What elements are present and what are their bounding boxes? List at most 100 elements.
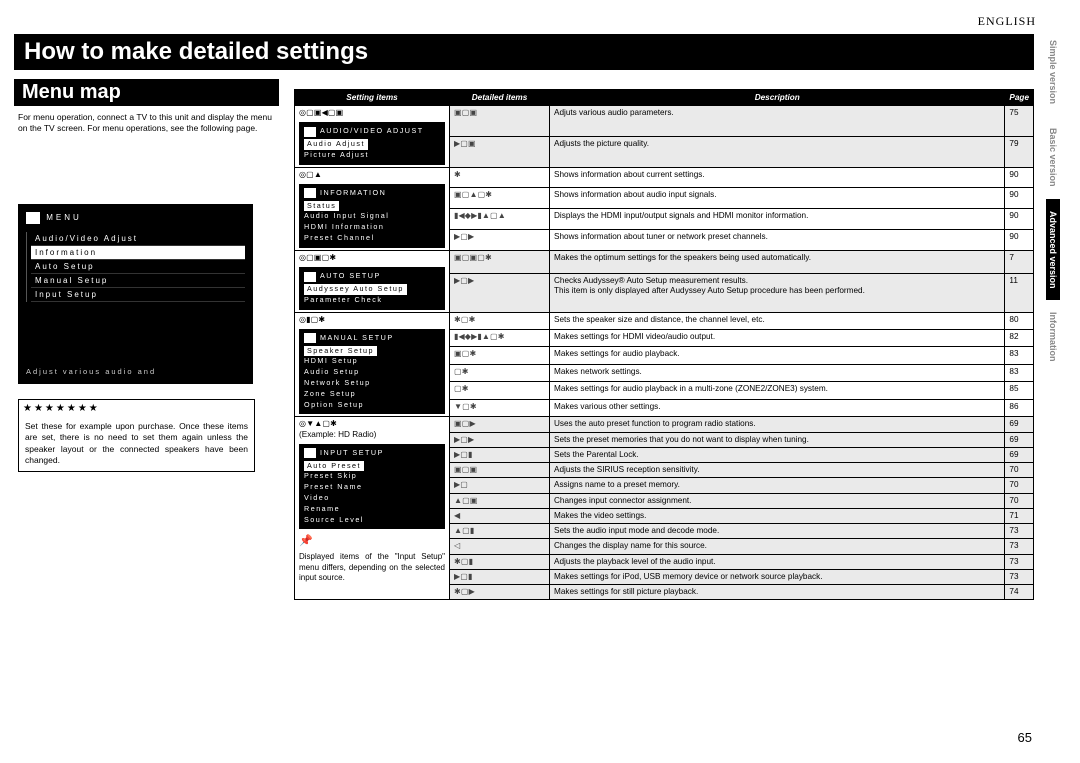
menu-item-selected: Information — [31, 246, 245, 260]
detailed-item: ▶▢▶ — [450, 230, 550, 251]
description: Adjusts the picture quality. — [550, 136, 1005, 167]
group-icon: ◎▮▢✱ — [299, 315, 325, 324]
table-row: ◎▢▣◀▢▣ AUDIO/VIDEO ADJUST Audio Adjust P… — [295, 106, 1034, 137]
th-description: Description — [550, 90, 1005, 106]
menu-header-text: MENU — [46, 213, 82, 222]
menu-icon — [304, 188, 316, 198]
mini-menu-preview: INPUT SETUP Auto Preset Preset Skip Pres… — [299, 444, 445, 530]
description: Uses the auto preset function to program… — [550, 417, 1005, 432]
page-ref: 90 — [1005, 167, 1034, 188]
page-ref: 69 — [1005, 417, 1034, 432]
page-ref: 90 — [1005, 209, 1034, 230]
description: Makes network settings. — [550, 364, 1005, 381]
menu-icon — [304, 333, 316, 343]
description: Shows information about current settings… — [550, 167, 1005, 188]
detailed-item: ✱ — [450, 167, 550, 188]
menu-item: Input Setup — [31, 288, 245, 302]
page-number: 65 — [1018, 730, 1032, 745]
description: Displays the HDMI input/output signals a… — [550, 209, 1005, 230]
detailed-item: ▣▢▶ — [450, 417, 550, 432]
table-row: ◎▼▲▢✱ (Example: HD Radio) INPUT SETUP Au… — [295, 417, 1034, 432]
setting-group-cell: ◎▢▣◀▢▣ AUDIO/VIDEO ADJUST Audio Adjust P… — [295, 106, 450, 168]
tab-information[interactable]: Information — [1046, 300, 1060, 374]
table-header-row: Setting items Detailed items Description… — [295, 90, 1034, 106]
description: Adjuts various audio parameters. — [550, 106, 1005, 137]
tab-simple[interactable]: Simple version — [1046, 28, 1060, 116]
group-icon: ◎▢▣◀▢▣ — [299, 108, 343, 117]
section-header-menu-map: Menu map — [14, 79, 279, 106]
th-page: Page — [1005, 90, 1034, 106]
group-icon: ◎▼▲▢✱ — [299, 419, 337, 428]
page-ref: 82 — [1005, 329, 1034, 346]
detailed-item: ▣▢✱ — [450, 347, 550, 364]
description: Makes various other settings. — [550, 399, 1005, 416]
th-detailed: Detailed items — [450, 90, 550, 106]
setting-group-cell: ◎▢▣▢✱ AUTO SETUP Audyssey Auto Setup Par… — [295, 250, 450, 312]
mini-menu-preview: AUTO SETUP Audyssey Auto Setup Parameter… — [299, 267, 445, 309]
onscreen-menu-preview: MENU Audio/Video Adjust Information Auto… — [18, 204, 253, 384]
menu-item-list: Audio/Video Adjust Information Auto Setu… — [26, 232, 245, 302]
mini-menu-preview: AUDIO/VIDEO ADJUST Audio Adjust Picture … — [299, 122, 445, 164]
manual-page: ENGLISH How to make detailed settings Me… — [14, 14, 1066, 749]
detailed-item: ▢✱ — [450, 364, 550, 381]
menu-icon — [304, 127, 316, 137]
mini-menu-preview: INFORMATION Status Audio Input Signal HD… — [299, 184, 445, 248]
table-row: ◎▮▢✱ MANUAL SETUP Speaker Setup HDMI Set… — [295, 312, 1034, 329]
menu-icon — [26, 212, 40, 224]
group-icon: ◎▢▲ — [299, 170, 322, 179]
table-row: ◎▢▣▢✱ AUTO SETUP Audyssey Auto Setup Par… — [295, 250, 1034, 273]
group-icon: ◎▢▣▢✱ — [299, 253, 336, 262]
description: Checks Audyssey® Auto Setup measurement … — [550, 273, 1005, 312]
description: Makes settings for audio playback. — [550, 347, 1005, 364]
mini-menu-preview: MANUAL SETUP Speaker Setup HDMI Setup Au… — [299, 329, 445, 415]
pushpin-icon: 📌 — [299, 535, 313, 549]
tab-advanced[interactable]: Advanced version — [1046, 199, 1060, 301]
setting-group-cell: ◎▢▲ INFORMATION Status Audio Input Signa… — [295, 167, 450, 250]
page-ref: 83 — [1005, 364, 1034, 381]
page-ref: 75 — [1005, 106, 1034, 137]
detailed-item: ▢✱ — [450, 382, 550, 399]
setting-group-cell: ◎▼▲▢✱ (Example: HD Radio) INPUT SETUP Au… — [295, 417, 450, 600]
description: Shows information about audio input sign… — [550, 188, 1005, 209]
page-ref: 86 — [1005, 399, 1034, 416]
menu-footer-text: Adjust various audio and — [26, 367, 156, 376]
description: Shows information about tuner or network… — [550, 230, 1005, 251]
page-title: How to make detailed settings — [14, 34, 1034, 70]
note-stars: ★★★★★★★ — [19, 400, 254, 417]
detailed-item: ▶▢▶ — [450, 273, 550, 312]
setting-group-cell: ◎▮▢✱ MANUAL SETUP Speaker Setup HDMI Set… — [295, 312, 450, 417]
page-ref: 7 — [1005, 250, 1034, 273]
page-ref: 83 — [1005, 347, 1034, 364]
tab-basic[interactable]: Basic version — [1046, 116, 1060, 199]
table-row: ◎▢▲ INFORMATION Status Audio Input Signa… — [295, 167, 1034, 188]
page-ref: 11 — [1005, 273, 1034, 312]
side-tab-nav: Simple version Basic version Advanced ve… — [1046, 28, 1066, 728]
detailed-item: ▼▢✱ — [450, 399, 550, 416]
description: Makes settings for HDMI video/audio outp… — [550, 329, 1005, 346]
note-body: Set these for example upon purchase. Onc… — [19, 417, 254, 471]
page-ref: 79 — [1005, 136, 1034, 167]
group-example: (Example: HD Radio) — [299, 430, 445, 440]
th-setting: Setting items — [295, 90, 450, 106]
detailed-item: ▮◀◆▶▮▲▢▲ — [450, 209, 550, 230]
description: Makes settings for audio playback in a m… — [550, 382, 1005, 399]
detailed-item: ▶▢▣ — [450, 136, 550, 167]
group-note: Displayed items of the "Input Setup" men… — [299, 552, 445, 583]
menu-icon — [304, 272, 316, 282]
menu-item: Audio/Video Adjust — [31, 232, 245, 246]
menu-item: Manual Setup — [31, 274, 245, 288]
detailed-item: ▮◀◆▶▮▲▢✱ — [450, 329, 550, 346]
detailed-item: ▣▢▲▢✱ — [450, 188, 550, 209]
language-label: ENGLISH — [978, 14, 1036, 29]
description: Makes the optimum settings for the speak… — [550, 250, 1005, 273]
detailed-item: ✱▢✱ — [450, 312, 550, 329]
menu-icon — [304, 448, 316, 458]
description: Sets the speaker size and distance, the … — [550, 312, 1005, 329]
page-ref: 80 — [1005, 312, 1034, 329]
detailed-item: ▣▢▣▢✱ — [450, 250, 550, 273]
note-box: ★★★★★★★ Set these for example upon purch… — [18, 399, 255, 472]
menu-item: Auto Setup — [31, 260, 245, 274]
intro-paragraph: For menu operation, connect a TV to this… — [18, 112, 272, 134]
page-ref: 90 — [1005, 188, 1034, 209]
detailed-item: ▣▢▣ — [450, 106, 550, 137]
